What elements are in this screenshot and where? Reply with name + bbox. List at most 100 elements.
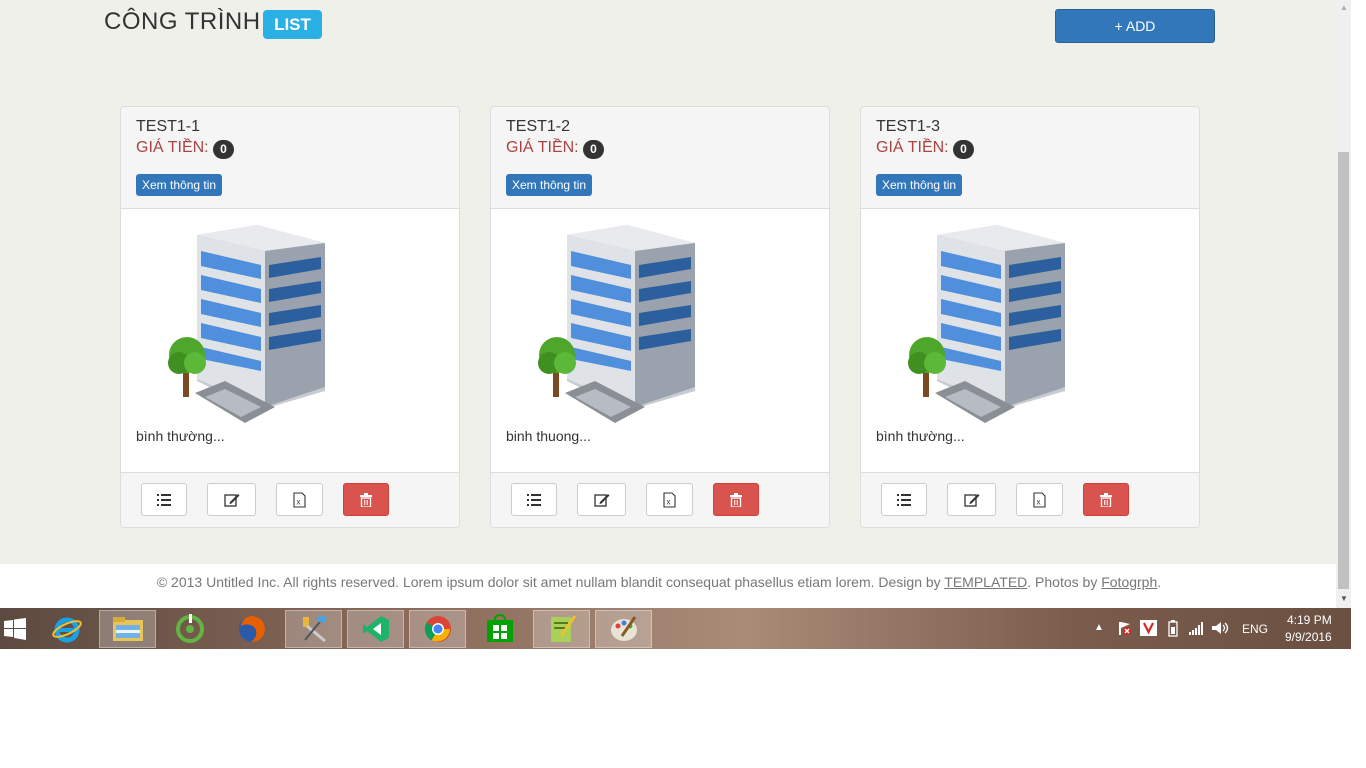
clock-time[interactable]: 4:19 PM [1287, 613, 1332, 627]
card-title: TEST1-3 [876, 118, 941, 135]
footer-suffix: . [1157, 574, 1162, 590]
taskbar-internet-explorer[interactable] [38, 610, 95, 648]
card-footer: x [121, 472, 459, 527]
taskbar-visual-studio[interactable] [347, 610, 404, 648]
card-body: bình thường... [121, 209, 459, 474]
windows-taskbar: ▲ ENG 4:19 PM 9/9/2016 [0, 608, 1351, 649]
export-excel-button[interactable]: x [1016, 483, 1063, 516]
internet-explorer-icon [51, 617, 82, 643]
paint-icon [610, 616, 637, 641]
footer-prefix: © 2013 Untitled Inc. All rights reserved… [156, 574, 945, 590]
vertical-scrollbar[interactable] [1336, 0, 1351, 608]
notepad-icon [550, 615, 576, 642]
edit-button[interactable] [207, 483, 256, 516]
taskbar-paint[interactable] [595, 610, 652, 648]
trash-icon [360, 492, 372, 507]
battery-icon[interactable] [1166, 619, 1180, 637]
taskbar-greenshot[interactable] [161, 610, 218, 648]
file-explorer-icon [112, 617, 143, 641]
taskbar-tools[interactable] [285, 610, 342, 648]
project-card: TEST1-3 GIÁ TIỀN: 0 Xem thông tin bình t… [860, 106, 1200, 528]
windows-logo-icon [4, 618, 26, 640]
card-title: TEST1-2 [506, 118, 571, 135]
delete-button[interactable] [713, 483, 759, 516]
price-label: GIÁ TIỀN: [506, 139, 579, 156]
store-icon [486, 614, 513, 642]
price-label: GIÁ TIỀN: [136, 139, 209, 156]
vivaldi-tray-icon[interactable] [1140, 620, 1157, 636]
card-description: binh thuong... [506, 428, 591, 444]
volume-icon[interactable] [1212, 621, 1230, 635]
chrome-icon [424, 616, 451, 642]
export-excel-button[interactable]: x [646, 483, 693, 516]
card-description: bình thường... [136, 428, 225, 444]
copyright-footer: © 2013 Untitled Inc. All rights reserved… [0, 574, 1318, 590]
templated-link[interactable]: TEMPLATED [944, 574, 1027, 590]
edit-button[interactable] [947, 483, 996, 516]
card-header: TEST1-2 GIÁ TIỀN: 0 Xem thông tin [491, 107, 829, 209]
card-header: TEST1-3 GIÁ TIỀN: 0 Xem thông tin [861, 107, 1199, 209]
edit-button[interactable] [577, 483, 626, 516]
clock-date[interactable]: 9/9/2016 [1285, 630, 1332, 644]
edit-icon [593, 493, 609, 507]
export-excel-button[interactable]: x [276, 483, 323, 516]
view-info-button[interactable]: Xem thông tin [506, 174, 593, 196]
svg-text:x: x [297, 497, 301, 506]
start-button[interactable] [0, 610, 30, 648]
excel-icon: x [293, 491, 306, 508]
card-body: binh thuong... [491, 209, 829, 474]
tools-icon [302, 616, 326, 643]
details-button[interactable] [141, 483, 187, 516]
price-label: GIÁ TIỀN: [876, 139, 949, 156]
card-description: bình thường... [876, 428, 965, 444]
scrollbar-thumb[interactable] [1338, 152, 1349, 589]
svg-text:x: x [667, 497, 671, 506]
fotogrph-link[interactable]: Fotogrph [1101, 574, 1157, 590]
taskbar-firefox[interactable] [223, 610, 280, 648]
firefox-icon [238, 616, 265, 642]
add-button[interactable]: + ADD [1055, 9, 1215, 43]
action-center-flag-icon[interactable] [1116, 620, 1132, 636]
footer-middle: . Photos by [1027, 574, 1102, 590]
show-hidden-icons-icon[interactable]: ▲ [1094, 622, 1104, 633]
details-button[interactable] [881, 483, 927, 516]
details-button[interactable] [511, 483, 557, 516]
taskbar-notepad[interactable] [533, 610, 590, 648]
project-card: TEST1-1 GIÁ TIỀN: 0 Xem thông tin bình t… [120, 106, 460, 528]
edit-icon [223, 493, 239, 507]
delete-button[interactable] [1083, 483, 1129, 516]
trash-icon [1100, 492, 1112, 507]
price-badge: 0 [583, 140, 604, 159]
excel-icon: x [1033, 491, 1046, 508]
scroll-down-arrow-icon[interactable]: ▼ [1340, 594, 1348, 603]
view-info-button[interactable]: Xem thông tin [136, 174, 223, 196]
scroll-up-arrow-icon[interactable]: ▲ [1340, 3, 1348, 12]
price-badge: 0 [953, 140, 974, 159]
card-header: TEST1-1 GIÁ TIỀN: 0 Xem thông tin [121, 107, 459, 209]
taskbar-store[interactable] [471, 610, 528, 648]
edit-icon [963, 493, 979, 507]
network-signal-icon[interactable] [1189, 621, 1205, 635]
taskbar-file-explorer[interactable] [99, 610, 156, 648]
greenshot-icon [175, 614, 204, 643]
visual-studio-icon [362, 616, 389, 642]
language-indicator[interactable]: ENG [1242, 622, 1268, 636]
list-badge: LIST [263, 10, 322, 39]
view-info-button[interactable]: Xem thông tin [876, 174, 963, 196]
card-footer: x [861, 472, 1199, 527]
taskbar-chrome[interactable] [409, 610, 466, 648]
card-footer: x [491, 472, 829, 527]
excel-icon: x [663, 491, 676, 508]
delete-button[interactable] [343, 483, 389, 516]
price-badge: 0 [213, 140, 234, 159]
trash-icon [730, 492, 742, 507]
building-icon [908, 225, 1065, 423]
list-icon [527, 493, 541, 506]
building-icon [538, 225, 695, 423]
svg-text:x: x [1037, 497, 1041, 506]
page-content: CÔNG TRÌNH LIST + ADD TEST1-1 GIÁ TIỀN: … [0, 0, 1336, 564]
list-icon [897, 493, 911, 506]
page-title: CÔNG TRÌNH [104, 8, 261, 35]
building-icon [168, 225, 325, 423]
list-icon [157, 493, 171, 506]
